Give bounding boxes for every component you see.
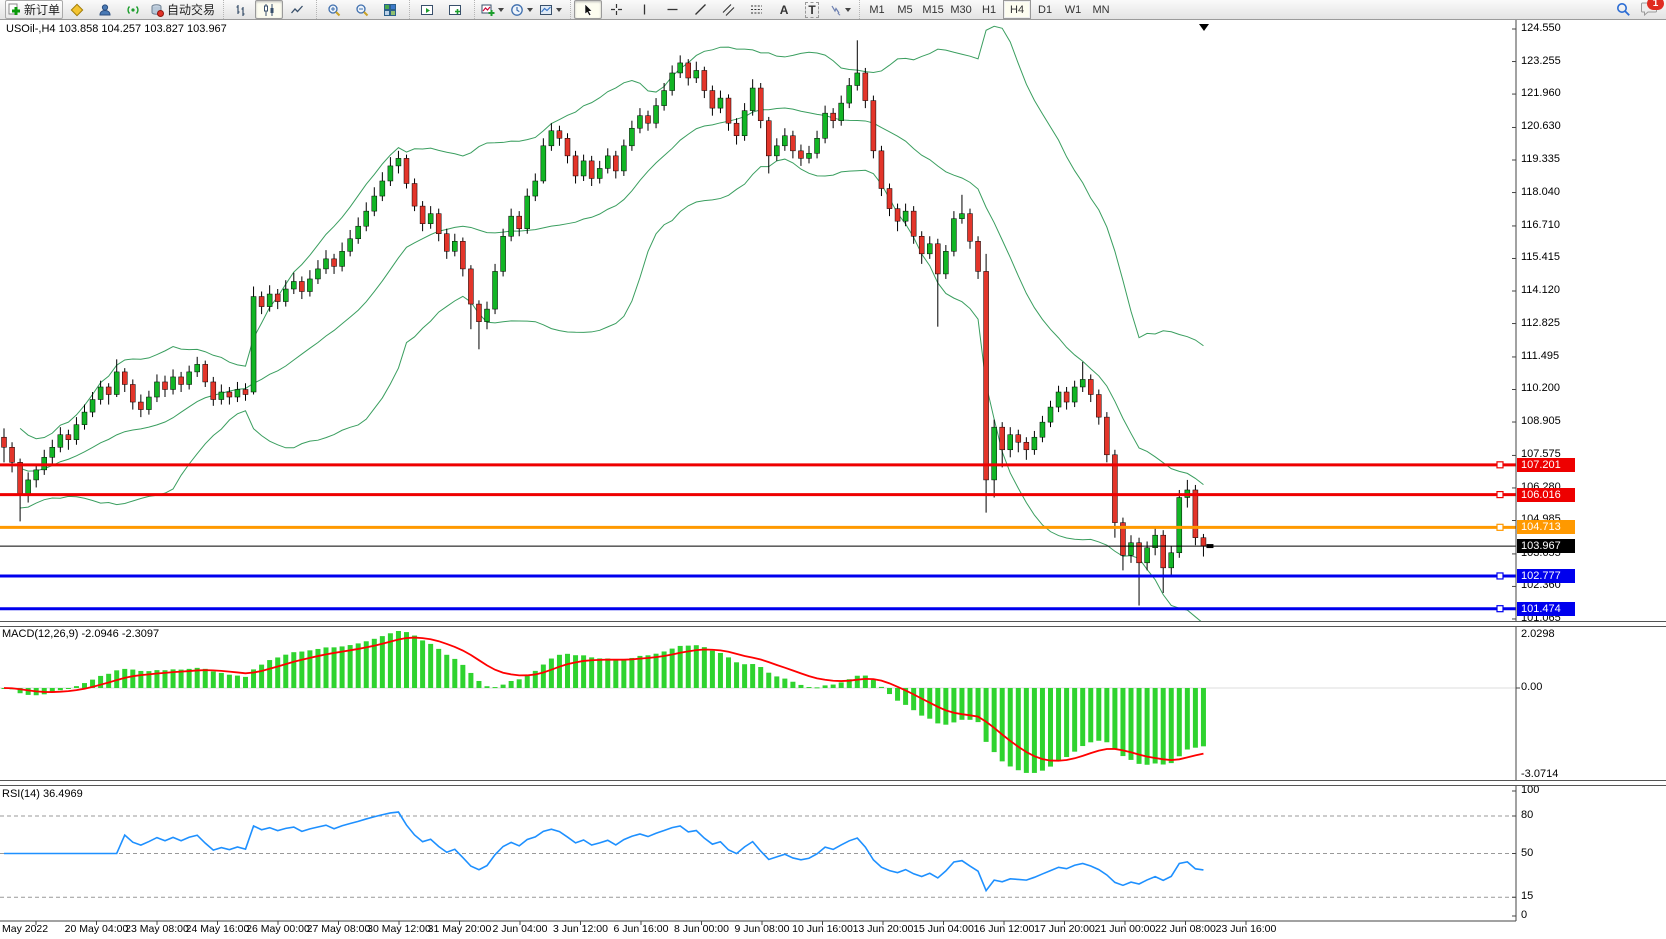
price-axis-label: 116.710 bbox=[1521, 219, 1560, 231]
time-axis-label: 21 Jun 00:00 bbox=[1095, 923, 1156, 935]
macd-name: MACD(12,26,9) bbox=[2, 628, 78, 640]
time-axis-label: 3 Jun 12:00 bbox=[553, 923, 608, 935]
rsi-indicator-label: RSI(14) 36.4969 bbox=[2, 788, 83, 800]
time-axis-label: 8 Jun 00:00 bbox=[674, 923, 729, 935]
macd-axis-max: 2.0298 bbox=[1521, 628, 1555, 640]
time-axis-label: 22 Jun 08:00 bbox=[1155, 923, 1216, 935]
price-axis-label: 124.550 bbox=[1521, 22, 1561, 34]
time-axis-label: 26 May 00:00 bbox=[246, 923, 310, 935]
ohlc-values: 103.858 104.257 103.827 103.967 bbox=[59, 23, 227, 35]
symbol-period-label: USOil-,H4 bbox=[6, 23, 56, 35]
time-axis-label: 20 May 04:00 bbox=[65, 923, 129, 935]
price-axis-label: 114.120 bbox=[1521, 284, 1560, 296]
time-axis-label: May 2022 bbox=[2, 923, 48, 935]
price-badge-107.201: 107.201 bbox=[1517, 458, 1575, 472]
macd-axis-min: -3.0714 bbox=[1521, 768, 1558, 780]
price-badge-101.474: 101.474 bbox=[1517, 602, 1575, 616]
price-axis-label: 118.040 bbox=[1521, 186, 1560, 198]
price-badge-103.967: 103.967 bbox=[1517, 539, 1575, 553]
rsi-axis-50: 50 bbox=[1521, 847, 1533, 859]
macd-indicator-label: MACD(12,26,9) -2.0946 -2.3097 bbox=[2, 628, 159, 640]
price-axis-label: 108.905 bbox=[1521, 415, 1561, 427]
time-axis-label: 30 May 12:00 bbox=[367, 923, 431, 935]
time-axis-label: 13 Jun 20:00 bbox=[853, 923, 914, 935]
macd-axis-zero: 0.00 bbox=[1521, 681, 1542, 693]
symbol-title: USOil-,H4 103.858 104.257 103.827 103.96… bbox=[6, 23, 227, 35]
price-axis-label: 110.200 bbox=[1521, 382, 1560, 394]
time-axis-label: 10 Jun 16:00 bbox=[792, 923, 853, 935]
time-axis-label: 9 Jun 08:00 bbox=[735, 923, 790, 935]
chart-shift-marker[interactable] bbox=[1199, 24, 1209, 31]
time-axis-label: 23 Jun 16:00 bbox=[1216, 923, 1277, 935]
rsi-axis-80: 80 bbox=[1521, 809, 1533, 821]
pane-separator-macd[interactable] bbox=[0, 621, 1666, 627]
time-axis-label: 23 May 08:00 bbox=[125, 923, 189, 935]
rsi-name: RSI(14) bbox=[2, 788, 40, 800]
time-axis-label: 24 May 16:00 bbox=[186, 923, 250, 935]
price-axis-label: 111.495 bbox=[1521, 350, 1559, 362]
rsi-value: 36.4969 bbox=[43, 788, 83, 800]
macd-values: -2.0946 -2.3097 bbox=[81, 628, 159, 640]
time-axis-label: 6 Jun 16:00 bbox=[614, 923, 669, 935]
price-axis-label: 115.415 bbox=[1521, 251, 1560, 263]
price-axis-label: 119.335 bbox=[1521, 153, 1560, 165]
time-axis-label: 31 May 20:00 bbox=[428, 923, 492, 935]
time-axis-label: 15 Jun 04:00 bbox=[913, 923, 974, 935]
time-axis-label: 27 May 08:00 bbox=[307, 923, 371, 935]
price-badge-106.016: 106.016 bbox=[1517, 488, 1575, 502]
price-axis-label: 120.630 bbox=[1521, 120, 1561, 132]
time-axis-label: 16 Jun 12:00 bbox=[974, 923, 1035, 935]
chart-canvas[interactable] bbox=[0, 0, 1666, 939]
price-badge-104.713: 104.713 bbox=[1517, 520, 1575, 534]
time-axis[interactable]: May 2022 20 May 04:0023 May 08:0024 May 1… bbox=[0, 923, 1666, 939]
time-axis-label: 2 Jun 04:00 bbox=[493, 923, 548, 935]
rsi-axis-0: 0 bbox=[1521, 909, 1527, 921]
mt4-window: 新订单 bbox=[0, 0, 1666, 939]
rsi-axis-15: 15 bbox=[1521, 890, 1533, 902]
price-axis-label: 112.825 bbox=[1521, 317, 1560, 329]
price-badge-102.777: 102.777 bbox=[1517, 569, 1575, 583]
pane-separator-rsi[interactable] bbox=[0, 780, 1666, 786]
time-axis-label: 17 Jun 20:00 bbox=[1034, 923, 1095, 935]
price-axis-label: 123.255 bbox=[1521, 55, 1561, 67]
price-axis-label: 121.960 bbox=[1521, 87, 1561, 99]
